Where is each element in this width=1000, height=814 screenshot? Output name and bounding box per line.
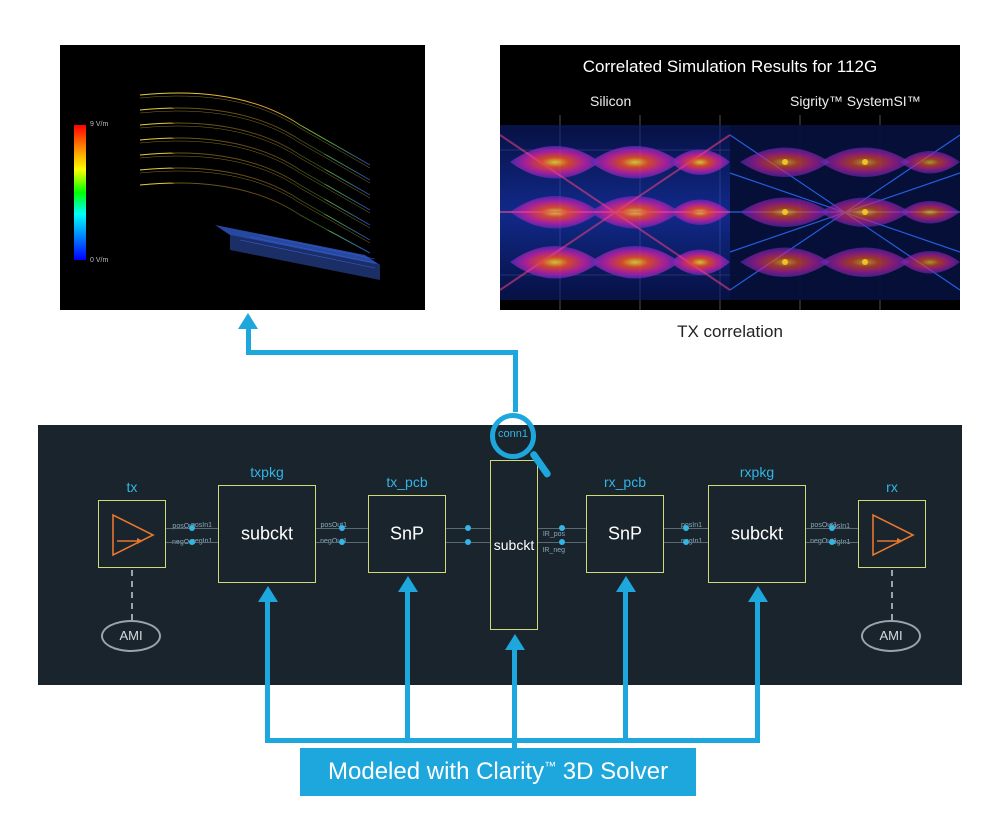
arrow-segment <box>755 600 760 740</box>
node-dot <box>559 539 565 545</box>
block-rxpkg: rxpkg subckt posIn1 negIn1 posOut1 negOu… <box>708 485 806 583</box>
magnifier-label: conn1 <box>495 428 531 440</box>
colorbar-top-label: 9 V/m <box>90 121 108 128</box>
arrow-segment <box>512 648 517 740</box>
arrow-segment <box>265 600 270 740</box>
arrow-head-up-icon <box>748 586 768 602</box>
eye-diagram-panel: Correlated Simulation Results for 112G S… <box>500 45 960 310</box>
block-tx-label: tx <box>99 479 165 495</box>
block-conn1-body: subckt <box>494 537 534 553</box>
node-dot <box>339 539 345 545</box>
block-conn1: subckt IR_pos IR_neg <box>490 460 538 630</box>
node-dot <box>189 525 195 531</box>
block-rxpkg-body: subckt <box>731 524 783 545</box>
signal-chain-panel: tx posOut negOut txpkg subckt posIn1 neg… <box>38 425 962 685</box>
block-txpcb: tx_pcb SnP <box>368 495 446 573</box>
arrow-head-up-icon <box>258 586 278 602</box>
arrow-segment <box>246 328 251 355</box>
block-rxpcb-body: SnP <box>608 524 642 545</box>
colorbar-bottom-label: 0 V/m <box>90 257 108 264</box>
port-label: IR_neg <box>542 547 565 554</box>
node-dot <box>829 539 835 545</box>
node-dot <box>829 525 835 531</box>
arrow-head-up-icon <box>616 576 636 592</box>
node-dot <box>683 525 689 531</box>
eye-left-label: Silicon <box>590 93 631 109</box>
block-rxpkg-label: rxpkg <box>709 464 805 480</box>
node-dot <box>339 525 345 531</box>
port-label: IR_pos <box>543 531 565 538</box>
arrow-head-up-icon <box>398 576 418 592</box>
block-rx: rx posIn1 negIn1 <box>858 500 926 568</box>
tx-amp-icon <box>99 501 167 569</box>
block-txpcb-body: SnP <box>390 524 424 545</box>
banner-text-pre: Modeled with Clarity <box>328 758 544 785</box>
block-txpkg: txpkg subckt posIn1 negIn1 posOut1 negOu… <box>218 485 316 583</box>
magnifier-icon: conn1 <box>490 413 536 459</box>
node-dot <box>465 525 471 531</box>
colorbar <box>74 125 86 260</box>
node-dot <box>559 525 565 531</box>
arrow-head-up-icon <box>505 634 525 650</box>
block-tx: tx posOut negOut <box>98 500 166 568</box>
block-rx-label: rx <box>859 479 925 495</box>
block-rxpcb-label: rx_pcb <box>587 474 663 490</box>
banner-text-post: 3D Solver <box>556 758 668 785</box>
eye-right-label: Sigrity™ SystemSI™ <box>790 93 921 109</box>
ami-dash <box>891 570 893 620</box>
eye-diagram-canvas <box>500 115 960 310</box>
solver-visualization-panel: 9 V/m 0 V/m <box>60 45 425 310</box>
arrow-head-up-icon <box>238 313 258 329</box>
ami-dash <box>131 570 133 620</box>
eye-caption: TX correlation <box>500 322 960 342</box>
block-txpcb-label: tx_pcb <box>369 474 445 490</box>
banner-tm: ™ <box>544 759 556 773</box>
arrow-segment <box>248 350 518 355</box>
ami-badge-tx: AMI <box>101 620 161 652</box>
block-txpkg-body: subckt <box>241 524 293 545</box>
eye-title: Correlated Simulation Results for 112G <box>500 57 960 77</box>
solver-3d-mesh <box>120 65 400 285</box>
ami-badge-rx: AMI <box>861 620 921 652</box>
clarity-banner: Modeled with Clarity™ 3D Solver <box>300 748 696 796</box>
node-dot <box>189 539 195 545</box>
arrow-segment <box>405 590 410 740</box>
block-rxpcb: rx_pcb SnP <box>586 495 664 573</box>
arrow-segment <box>513 352 518 412</box>
rx-amp-icon <box>859 501 927 569</box>
node-dot <box>465 539 471 545</box>
node-dot <box>683 539 689 545</box>
block-txpkg-label: txpkg <box>219 464 315 480</box>
arrow-segment <box>623 590 628 740</box>
